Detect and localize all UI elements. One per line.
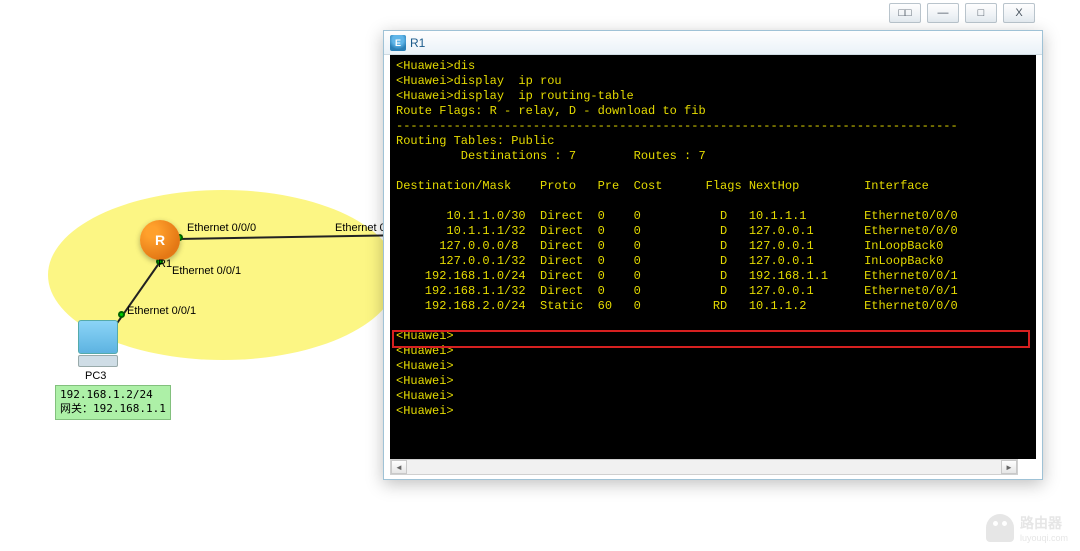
terminal-output[interactable]: <Huawei>dis <Huawei>display ip rou <Huaw… [390,55,1036,459]
pc-monitor-shape [78,320,118,354]
terminal-window[interactable]: E R1 <Huawei>dis <Huawei>display ip rou … [383,30,1043,480]
router-icon[interactable]: R [140,220,180,260]
watermark: 路由器 luyouqi.com [986,513,1068,543]
outer-maximize-button[interactable]: □ [965,3,997,23]
terminal-text: <Huawei>dis <Huawei>display ip rou <Huaw… [396,59,958,418]
iface-label: Ethernet 0/0/1 [172,265,241,277]
pc-base-shape [78,355,118,367]
pc-info-box: 192.168.1.2/24 网关：192.168.1.1 [55,385,171,420]
horizontal-scrollbar[interactable]: ◄ ► [390,459,1018,475]
pc-icon[interactable] [78,320,122,368]
red-highlight-box [392,330,1030,348]
router-glyph: R [155,232,165,248]
window-app-icon: E [390,35,406,51]
watermark-sub: luyouqi.com [1020,533,1068,543]
iface-label: Ethernet 0/0/0 [187,222,256,234]
port-dot [118,311,125,318]
pc-ip: 192.168.1.2/24 [60,388,166,402]
outer-titlebar-buttons: □□ — □ X [889,3,1035,23]
outer-close-button[interactable]: X [1003,3,1035,23]
iface-label: Ethernet 0/ [335,222,389,234]
router-label: R1 [158,258,172,270]
iface-label: Ethernet 0/0/1 [127,305,196,317]
scroll-right-arrow[interactable]: ► [1001,460,1017,474]
window-titlebar[interactable]: E R1 [384,31,1042,55]
network-topology-canvas[interactable]: Ethernet 0/0/0 Ethernet 0/ Ethernet 0/0/… [0,0,420,551]
scroll-left-arrow[interactable]: ◄ [391,460,407,474]
pc-gateway: 网关：192.168.1.1 [60,402,166,416]
outer-thumb-button[interactable]: □□ [889,3,921,23]
outer-minimize-button[interactable]: — [927,3,959,23]
watermark-logo-icon [986,514,1014,542]
window-title: R1 [410,36,425,50]
pc-label: PC3 [85,370,106,382]
watermark-text: 路由器 [1020,515,1062,531]
